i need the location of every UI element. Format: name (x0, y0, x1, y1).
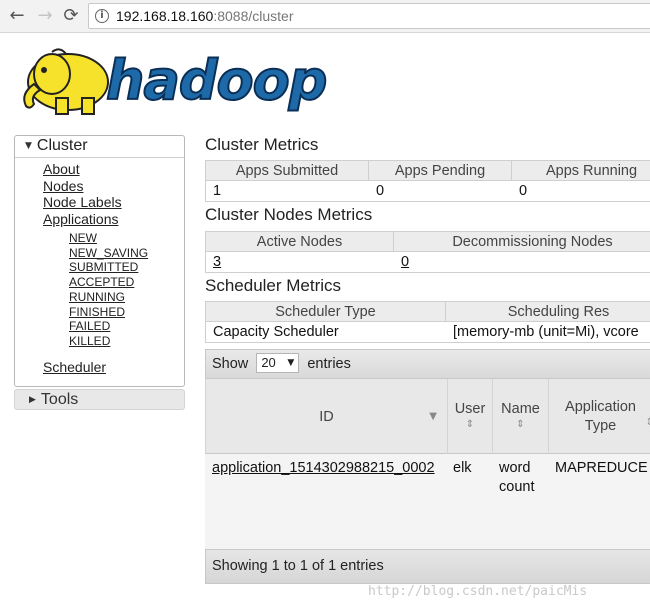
app-id-link[interactable]: application_1514302988215_0002 (212, 460, 435, 476)
elephant-icon (23, 48, 109, 115)
nav-link-node-labels[interactable]: Node Labels (43, 194, 122, 211)
state-link-new-saving[interactable]: NEW_SAVING (69, 246, 148, 261)
state-link-accepted[interactable]: ACCEPTED (69, 275, 148, 290)
sort-desc-icon: ▼ (429, 411, 437, 422)
tools-nav[interactable]: ▶ Tools (14, 389, 185, 410)
active-nodes-link[interactable]: 3 (213, 254, 221, 270)
table-row: 3 0 (205, 252, 650, 273)
app-id-cell: application_1514302988215_0002 (212, 459, 435, 478)
app-name-line: word (499, 460, 531, 476)
address-bar[interactable]: i 192.168.18.160:8088/cluster (88, 3, 650, 29)
column-header-label: Application (565, 399, 636, 415)
application-state-links: NEW NEW_SAVING SUBMITTED ACCEPTED RUNNIN… (69, 231, 148, 349)
column-header-label: User (454, 401, 486, 417)
table-row: Capacity Scheduler [memory-mb (unit=Mi),… (205, 322, 650, 343)
table-row: 1 0 0 (205, 181, 650, 202)
state-link-failed[interactable]: FAILED (69, 319, 148, 334)
nodes-metrics-table: Active Nodes Decommissioning Nodes 3 0 (205, 231, 650, 273)
expand-triangle-icon[interactable]: ▶ (29, 395, 36, 405)
column-header-label: Type (584, 418, 617, 434)
nav-link-scheduler[interactable]: Scheduler (43, 358, 106, 376)
watermark-text: http://blog.csdn.net/paicMis (368, 584, 588, 599)
cluster-metrics-title: Cluster Metrics (205, 135, 319, 154)
datatable-info-bar: Showing 1 to 1 of 1 entries (205, 549, 650, 584)
app-user-cell: elk (453, 460, 472, 476)
app-name-line: count (499, 479, 535, 495)
state-link-submitted[interactable]: SUBMITTED (69, 260, 148, 275)
table-header-row: Active Nodes Decommissioning Nodes (205, 231, 650, 252)
column-header-user[interactable]: User ⇕ (448, 379, 493, 454)
apps-pending-value: 0 (376, 183, 385, 199)
entries-label: entries (307, 356, 351, 372)
info-icon[interactable]: i (95, 9, 109, 23)
apps-table-header: ID ▼ User ⇕ Name ⇕ Application Type ⇕ (205, 379, 650, 454)
page-size-select[interactable]: 20 ▼ (256, 353, 300, 373)
scheduler-type-value: Capacity Scheduler (213, 324, 339, 340)
column-header-name[interactable]: Name ⇕ (493, 379, 549, 454)
cluster-nav-label: Cluster (36, 137, 88, 154)
scheduler-metrics-title: Scheduler Metrics (205, 276, 342, 295)
sort-icon: ⇕ (645, 417, 650, 428)
cluster-links: About Nodes Node Labels Applications (43, 161, 122, 227)
column-header-label: ID (319, 409, 334, 425)
cluster-nav-header[interactable]: ▼ Cluster (15, 136, 184, 158)
column-header: Apps Pending (369, 161, 512, 180)
state-link-killed[interactable]: KILLED (69, 334, 148, 349)
tools-nav-label: Tools (40, 391, 79, 408)
url-host: 192.168.18.160 (116, 8, 214, 24)
state-link-running[interactable]: RUNNING (69, 290, 148, 305)
apps-table-body: application_1514302988215_0002 elk word … (205, 454, 650, 549)
scheduler-link-wrap: Scheduler (43, 358, 106, 376)
nav-link-nodes[interactable]: Nodes (43, 178, 122, 195)
nodes-metrics-title: Cluster Nodes Metrics (205, 205, 373, 224)
table-header-row: Apps Submitted Apps Pending Apps Running (205, 160, 650, 181)
table-header-row: Scheduler Type Scheduling Res (205, 301, 650, 322)
hadoop-wordmark: hadoop (105, 49, 328, 112)
column-header: Scheduling Res (446, 302, 650, 321)
decommissioning-nodes-cell: 0 (394, 252, 650, 272)
column-header-application-type[interactable]: Application Type ⇕ (549, 379, 650, 454)
url-path: :8088/cluster (213, 8, 294, 24)
nav-link-about[interactable]: About (43, 161, 122, 178)
chevron-down-icon: ▼ (287, 358, 295, 368)
column-header: Apps Running (512, 161, 650, 180)
active-nodes-cell: 3 (206, 252, 394, 272)
cluster-nav: ▼ Cluster About Nodes Node Labels Applica… (14, 135, 185, 387)
cluster-metrics-table: Apps Submitted Apps Pending Apps Running… (205, 160, 650, 202)
column-header: Active Nodes (206, 232, 394, 251)
url-text[interactable]: 192.168.18.160:8088/cluster (116, 8, 294, 24)
browser-toolbar: ← → ⟳ i 192.168.18.160:8088/cluster (0, 0, 650, 33)
page-size-value: 20 (261, 355, 276, 370)
sort-icon: ⇕ (465, 419, 475, 430)
show-label: Show (212, 356, 249, 372)
scheduler-metrics-table: Scheduler Type Scheduling Res Capacity S… (205, 301, 650, 343)
reload-icon[interactable]: ⟳ (60, 5, 82, 27)
decommissioning-nodes-link[interactable]: 0 (401, 254, 409, 270)
app-name-cell: word count (499, 459, 534, 497)
collapse-triangle-icon[interactable]: ▼ (25, 141, 32, 151)
sort-icon: ⇕ (516, 419, 525, 430)
app-type-cell: MAPREDUCE (555, 460, 648, 476)
column-header: Apps Submitted (206, 161, 369, 180)
column-header-label: Name (501, 401, 540, 417)
column-header-id[interactable]: ID ▼ (206, 379, 448, 454)
datatable-length-bar: Show 20 ▼ entries (205, 349, 650, 379)
back-icon[interactable]: ← (6, 5, 28, 27)
forward-icon[interactable]: → (34, 5, 56, 27)
state-link-new[interactable]: NEW (69, 231, 148, 246)
state-link-finished[interactable]: FINISHED (69, 305, 148, 320)
hadoop-logo: hadoop (16, 40, 328, 118)
apps-running-value: 0 (519, 183, 528, 199)
table-info-text: Showing 1 to 1 of 1 entries (212, 558, 384, 574)
scheduling-resource-value: [memory-mb (unit=Mi), vcore (453, 324, 639, 340)
column-header: Scheduler Type (206, 302, 446, 321)
apps-submitted-value: 1 (213, 183, 222, 199)
nav-link-applications[interactable]: Applications (43, 211, 122, 228)
column-header: Decommissioning Nodes (394, 232, 650, 251)
